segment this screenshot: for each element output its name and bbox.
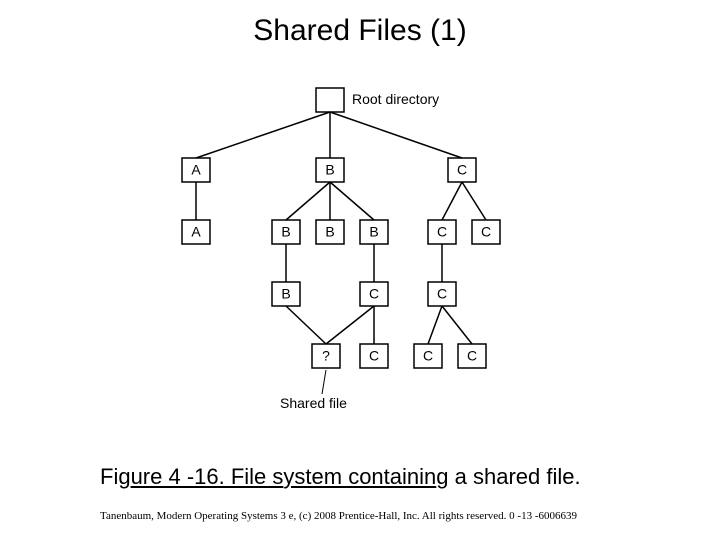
row2-b3: B (360, 220, 388, 244)
tree-diagram: Root directory A B C A (0, 80, 720, 440)
svg-text:C: C (369, 348, 379, 364)
row4-shared: ? (312, 344, 340, 368)
copyright-credit: Tanenbaum, Modern Operating Systems 3 e,… (100, 510, 660, 522)
shared-file-label: Shared file (280, 395, 347, 411)
root-node (316, 88, 344, 112)
row1-c: C (448, 158, 476, 182)
row2-c1: C (428, 220, 456, 244)
svg-text:A: A (191, 224, 201, 240)
row4-c2: C (414, 344, 442, 368)
svg-text:B: B (325, 224, 334, 240)
row2-b1: B (272, 220, 300, 244)
page-title: Shared Files (1) (0, 14, 720, 48)
row4-c1: C (360, 344, 388, 368)
row3-c2: C (428, 282, 456, 306)
svg-text:C: C (437, 286, 447, 302)
svg-text:C: C (481, 224, 491, 240)
svg-text:C: C (457, 162, 467, 178)
svg-text:C: C (437, 224, 447, 240)
svg-text:B: B (281, 286, 290, 302)
row2-b2: B (316, 220, 344, 244)
svg-text:C: C (467, 348, 477, 364)
row3-b: B (272, 282, 300, 306)
svg-text:C: C (369, 286, 379, 302)
row4-c3: C (458, 344, 486, 368)
svg-text:C: C (423, 348, 433, 364)
svg-text:B: B (369, 224, 378, 240)
svg-text:A: A (191, 162, 201, 178)
svg-text:B: B (325, 162, 334, 178)
row2-a: A (182, 220, 210, 244)
row2-c2: C (472, 220, 500, 244)
svg-text:?: ? (322, 348, 330, 364)
root-directory-label: Root directory (352, 91, 439, 107)
figure-caption: Figure 4 -16. File system containing a s… (100, 464, 620, 490)
row1-a: A (182, 158, 210, 182)
svg-text:B: B (281, 224, 290, 240)
row3-c: C (360, 282, 388, 306)
row1-b: B (316, 158, 344, 182)
